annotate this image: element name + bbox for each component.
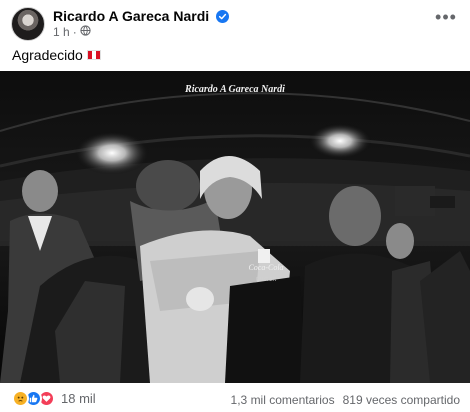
jersey-sponsor: CUSTER — [256, 277, 277, 283]
post-header: Ricardo A Gareca Nardi 1 h · ••• — [0, 0, 470, 41]
post-meta: 1 h · — [53, 25, 91, 39]
author-avatar[interactable] — [11, 7, 45, 41]
post-caption: Agradecido — [12, 47, 101, 63]
author-name-text: Ricardo A Gareca Nardi — [53, 8, 210, 24]
post-footer: 18 mil 1,3 mil comentarios 819 veces com… — [0, 384, 470, 412]
globe-icon[interactable] — [80, 25, 91, 39]
more-options-icon[interactable]: ••• — [434, 8, 458, 30]
shares-count-link[interactable]: 819 veces compartido — [343, 393, 460, 407]
post-time[interactable]: 1 h — [53, 25, 70, 39]
jersey-crest — [258, 249, 270, 263]
comments-count-link[interactable]: 1,3 mil comentarios — [231, 393, 335, 407]
reaction-count: 18 mil — [61, 391, 96, 406]
photo-watermark: Ricardo A Gareca Nardi — [185, 84, 285, 95]
peru-flag-icon — [86, 50, 101, 60]
post-photo[interactable]: Coca-Cola CUSTER Ricardo A Gareca Nardi — [0, 71, 470, 383]
verified-badge-icon — [216, 10, 230, 26]
sad-icon — [12, 390, 29, 407]
meta-separator: · — [72, 25, 77, 39]
caption-text: Agradecido — [12, 47, 83, 63]
jersey-brand: Coca-Cola — [248, 263, 283, 272]
reactions-summary[interactable]: 18 mil — [12, 390, 96, 407]
post-stats: 1,3 mil comentarios 819 veces compartido — [231, 393, 460, 407]
author-name[interactable]: Ricardo A Gareca Nardi — [53, 8, 230, 26]
